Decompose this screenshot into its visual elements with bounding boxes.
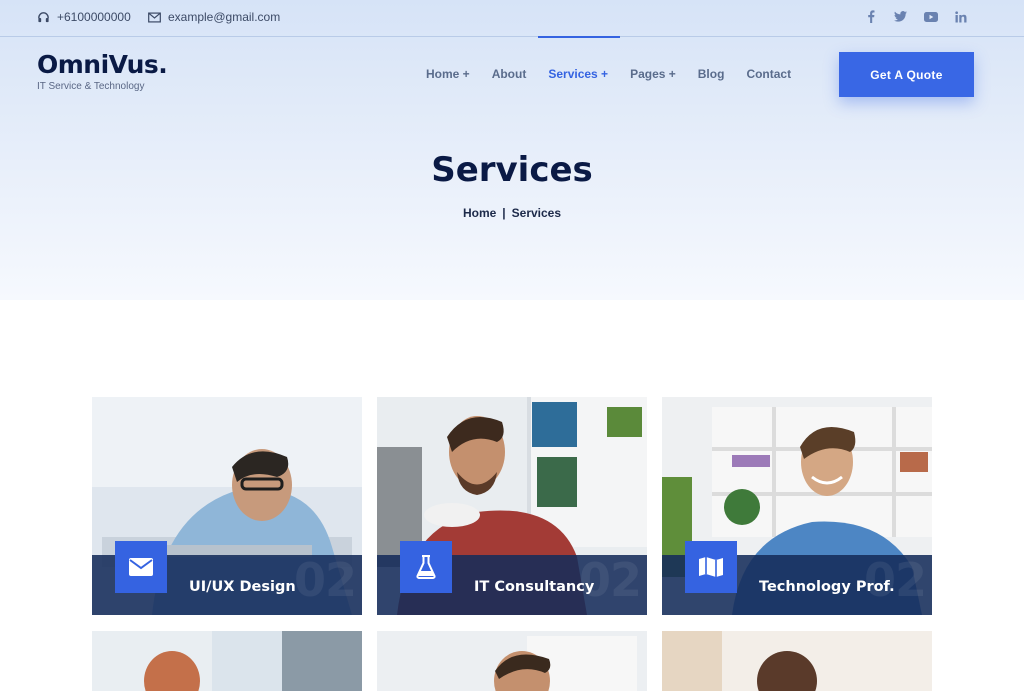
service-photo — [662, 631, 932, 691]
service-card[interactable] — [377, 631, 647, 691]
breadcrumb-separator: | — [502, 206, 506, 220]
logo-name: OmniVus. — [37, 50, 168, 79]
breadcrumb-home[interactable]: Home — [463, 206, 496, 220]
service-title[interactable]: IT Consultancy — [474, 579, 594, 595]
breadcrumb: Home | Services — [0, 206, 1024, 220]
social-links — [863, 9, 968, 24]
nav-item-contact[interactable]: Contact — [746, 67, 791, 81]
logo[interactable]: OmniVus. IT Service & Technology — [37, 50, 168, 92]
nav-item-pages[interactable]: Pages + — [630, 67, 676, 81]
service-card[interactable]: 02 Technology Prof. — [662, 397, 932, 615]
nav-item-blog[interactable]: Blog — [698, 67, 725, 81]
email-address: example@gmail.com — [168, 10, 281, 24]
service-card[interactable]: 02 IT Consultancy — [377, 397, 647, 615]
top-bar: +6100000000 example@gmail.com — [0, 0, 1024, 37]
envelope-icon — [148, 11, 161, 23]
service-card[interactable]: 02 UI/UX Design — [92, 397, 362, 615]
service-card[interactable] — [92, 631, 362, 691]
logo-tagline: IT Service & Technology — [37, 81, 145, 92]
phone-number: +6100000000 — [57, 10, 131, 24]
nav-item-about[interactable]: About — [492, 67, 527, 81]
twitter-icon[interactable] — [893, 9, 908, 24]
get-a-quote-button[interactable]: Get A Quote — [839, 52, 974, 97]
breadcrumb-current: Services — [511, 206, 562, 220]
service-title[interactable]: UI/UX Design — [189, 579, 296, 595]
page-title: Services — [431, 150, 593, 190]
page-header: +6100000000 example@gmail.com OmniVus. I… — [0, 0, 1024, 300]
email-contact[interactable]: example@gmail.com — [148, 10, 280, 24]
service-card[interactable] — [662, 631, 932, 691]
main-nav: Home + About Services + Pages + Blog Con… — [426, 67, 813, 81]
linkedin-icon[interactable] — [953, 9, 968, 24]
envelope-icon — [115, 541, 167, 593]
youtube-icon[interactable] — [923, 9, 938, 24]
flask-icon — [400, 541, 452, 593]
service-photo — [377, 631, 647, 691]
service-title[interactable]: Technology Prof. — [759, 579, 895, 595]
map-icon — [685, 541, 737, 593]
service-photo — [92, 631, 362, 691]
nav-item-services[interactable]: Services + — [548, 67, 608, 81]
service-number: 02 — [293, 553, 357, 607]
active-nav-indicator — [538, 36, 620, 38]
phone-contact[interactable]: +6100000000 — [37, 10, 131, 24]
facebook-icon[interactable] — [863, 9, 878, 24]
nav-item-home[interactable]: Home + — [426, 67, 470, 81]
headset-icon — [38, 11, 49, 22]
